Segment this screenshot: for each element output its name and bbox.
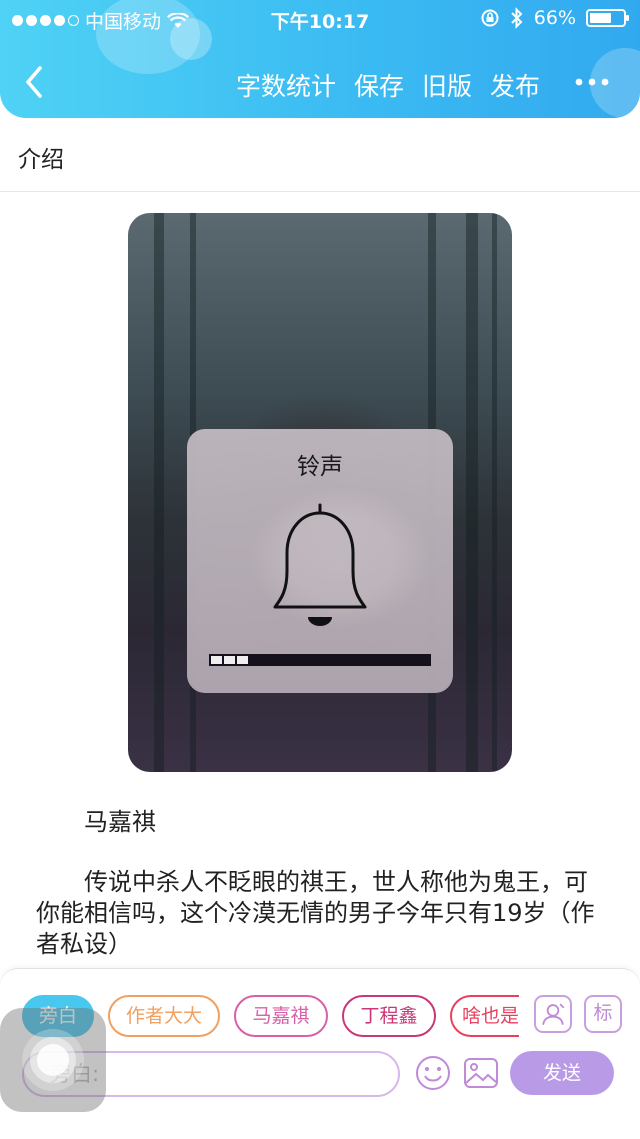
chevron-left-icon[interactable] [18,62,52,102]
status-bar: 中国移动 下午10:17 66% [0,0,640,38]
role-tag[interactable]: 丁程鑫 [342,995,436,1037]
assistive-touch-button[interactable] [0,1008,106,1112]
volume-level-bar [209,654,431,666]
nav-bar: 字数统计 保存 旧版 发布 [0,50,640,116]
character-name: 马嘉祺 [84,808,156,836]
ringer-volume-hud: 铃声 [187,429,453,693]
role-tag[interactable]: 作者大大 [108,995,220,1037]
nav-actions: 字数统计 保存 旧版 发布 [236,67,540,103]
image-icon[interactable] [462,1054,500,1092]
word-count-button[interactable]: 字数统计 [236,67,336,103]
battery-percent: 66% [533,7,576,29]
orientation-lock-icon [481,9,499,27]
volume-level-block [211,656,222,664]
mark-button[interactable]: 标 [584,995,622,1033]
more-dots-icon[interactable] [570,62,614,102]
role-tag[interactable]: 马嘉祺 [234,995,328,1037]
bell-icon [273,503,367,626]
send-button[interactable]: 发送 [510,1051,614,1095]
volume-level-block [237,656,248,664]
role-tag[interactable]: 啥也是 [450,995,519,1037]
hud-title: 铃声 [297,454,343,480]
save-button[interactable]: 保存 [354,67,404,103]
old-version-button[interactable]: 旧版 [422,67,472,103]
intro-label: 介绍 [18,147,64,173]
person-card-icon[interactable] [534,995,572,1033]
battery-icon [586,9,629,27]
battery-level [590,13,612,23]
app-header: 中国移动 下午10:17 66% 字数统计 保存 旧版 发布 [0,0,640,118]
bluetooth-icon [511,7,523,29]
smile-icon[interactable] [414,1054,452,1092]
volume-level-block [224,656,235,664]
publish-button[interactable]: 发布 [490,67,540,103]
story-text: 传说中杀人不眨眼的祺王，世人称他为鬼王，可你能相信吗，这个冷漠无情的男子今年只有… [36,868,595,958]
intro-section: 介绍 [0,118,640,192]
